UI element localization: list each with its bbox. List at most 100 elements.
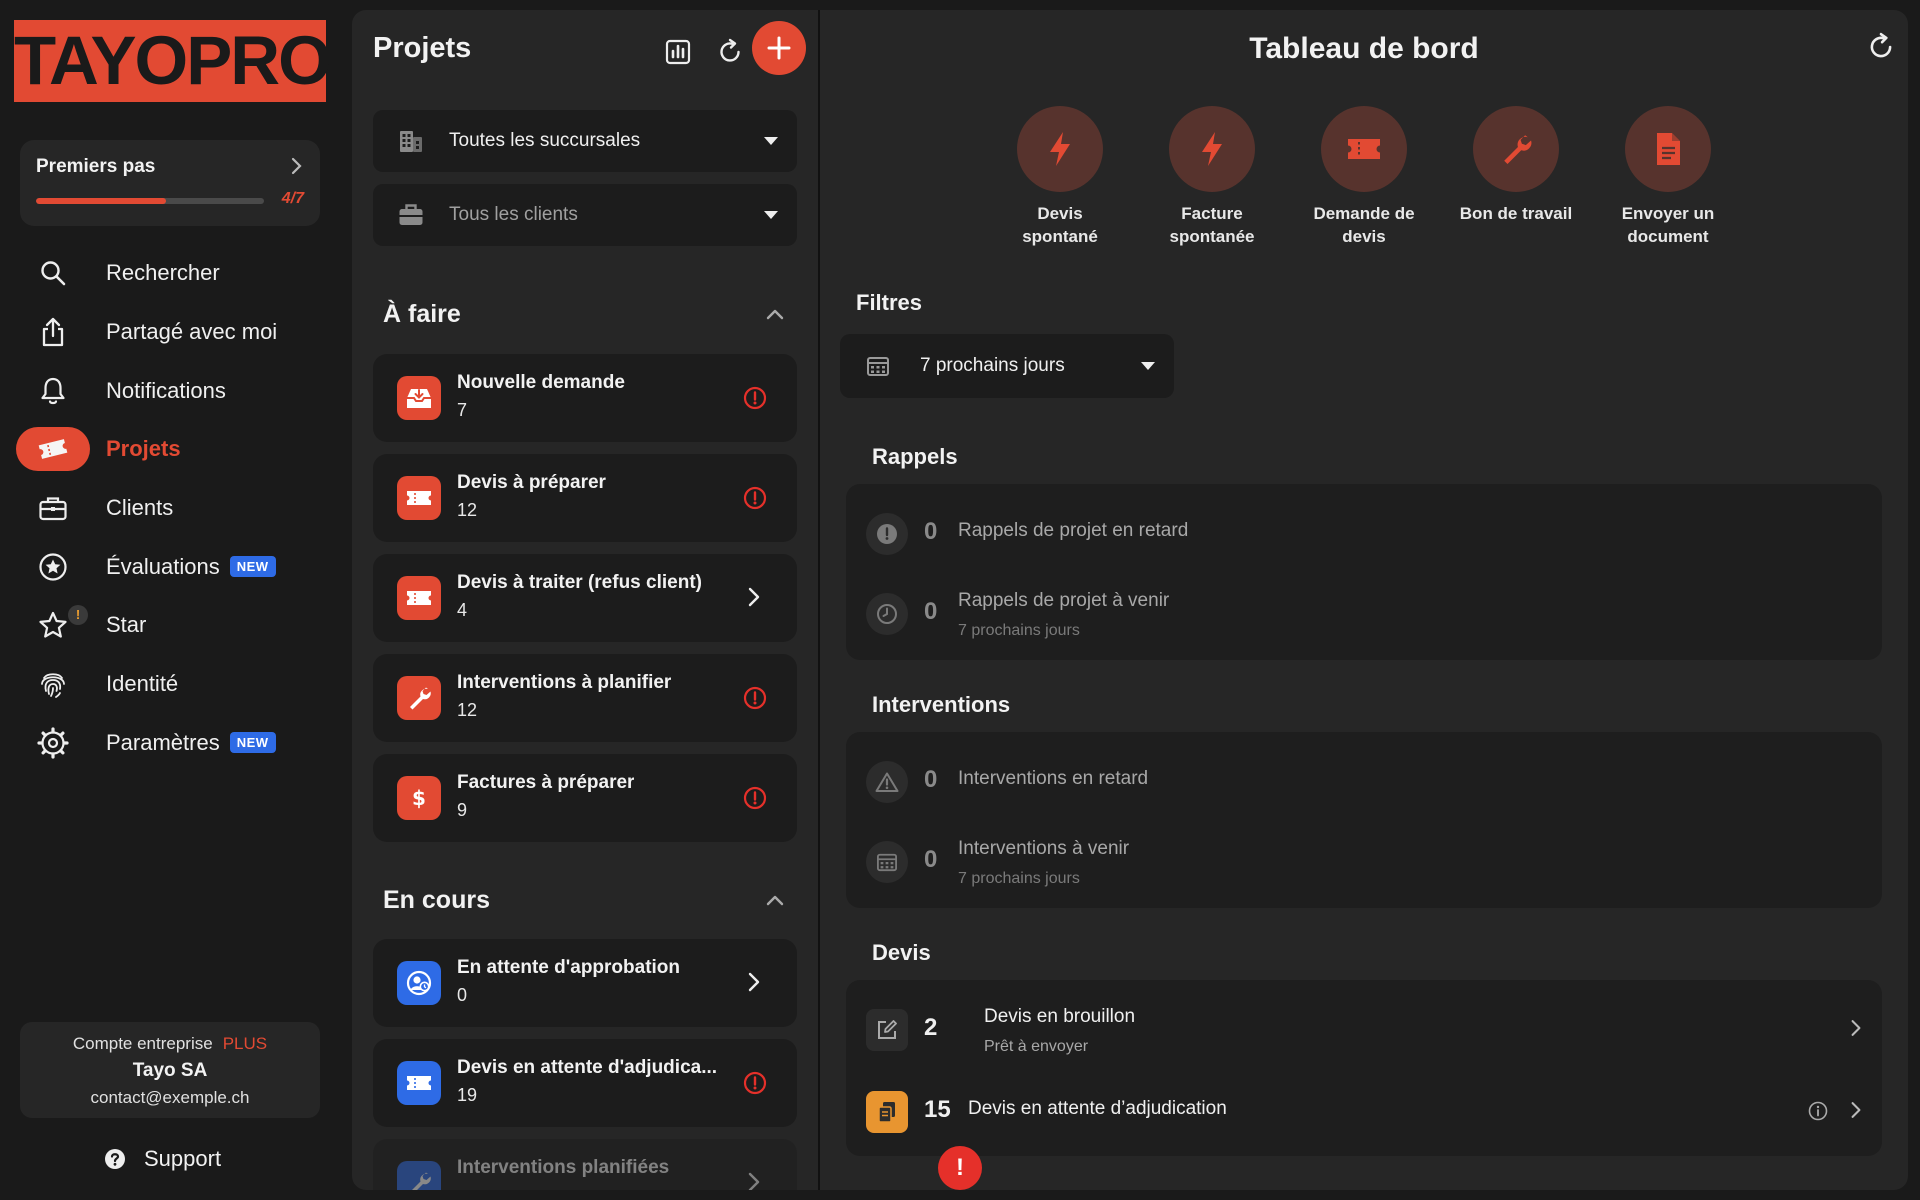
task-devis-a-traiter[interactable]: Devis à traiter (refus client) 4 xyxy=(373,554,797,642)
sidebar-item-star[interactable]: ! Star xyxy=(16,596,326,655)
tayopro-logo[interactable]: TAYOPRO xyxy=(14,20,332,102)
sidebar-item-identite[interactable]: Identité xyxy=(16,655,326,714)
sidebar-item-parametres[interactable]: Paramètres NEW xyxy=(16,714,326,773)
task-en-attente-approbation[interactable]: En attente d'approbation 0 xyxy=(373,939,797,1027)
ticket-icon xyxy=(397,1061,441,1105)
sidebar-item-clients[interactable]: Clients xyxy=(16,479,326,538)
chevron-up-icon xyxy=(766,309,784,320)
sidebar-item-evaluations[interactable]: Évaluations NEW xyxy=(16,537,326,596)
sidebar-item-label: Star xyxy=(106,612,147,638)
svg-text:$: $ xyxy=(412,786,426,810)
task-title: Devis à traiter (refus client) xyxy=(457,572,702,593)
caret-down-icon xyxy=(1141,362,1155,370)
star-circle-icon xyxy=(16,545,90,589)
filters-title: Filtres xyxy=(856,290,923,315)
sidebar-item-projets[interactable]: Projets xyxy=(16,420,326,479)
reminders-upcoming-label: Rappels de projet à venir xyxy=(958,590,1170,611)
dashboard-panel: Tableau de bord Devis spontané Facture s… xyxy=(820,10,1908,1190)
bell-icon xyxy=(16,369,90,413)
collapse-in-progress-button[interactable] xyxy=(766,894,784,906)
stats-button[interactable] xyxy=(658,32,698,72)
plan-badge: PLUS xyxy=(222,1034,268,1053)
sidebar-item-label: Partagé avec moi xyxy=(106,319,278,345)
interventions-upcoming-sub: 7 prochains jours xyxy=(958,870,1080,887)
quick-action-label: Envoyer un document xyxy=(1621,204,1715,246)
quotes-draft-row[interactable]: 2 Devis en brouillon Prêt à envoyer xyxy=(846,994,1882,1064)
task-title: Nouvelle demande xyxy=(457,372,625,393)
quick-action-label: Devis spontané xyxy=(1022,204,1098,246)
account-type: Compte entreprise xyxy=(72,1034,213,1053)
caret-down-icon xyxy=(764,211,778,219)
interventions-late-row[interactable]: 0 Interventions en retard xyxy=(846,746,1882,816)
period-select[interactable]: 7 prochains jours xyxy=(840,334,1174,398)
quick-action-label: Bon de travail xyxy=(1459,204,1573,223)
dashboard-refresh-button[interactable] xyxy=(1866,32,1896,62)
gear-icon xyxy=(16,721,90,765)
info-icon[interactable] xyxy=(1808,1101,1828,1121)
chevron-up-icon xyxy=(766,895,784,906)
quotes-pending-row[interactable]: 15 Devis en attente d’adjudication xyxy=(846,1076,1882,1146)
quick-action-bon-de-travail[interactable]: Bon de travail xyxy=(1441,106,1591,225)
quick-action-envoyer-document[interactable]: Envoyer un document xyxy=(1593,106,1743,248)
account-card[interactable]: Compte entreprise PLUS Tayo SA contact@ex… xyxy=(20,1022,320,1118)
alert-circle-icon xyxy=(743,486,767,510)
sidebar-item-label: Notifications xyxy=(106,377,226,403)
bolt-icon xyxy=(1017,106,1103,192)
interventions-upcoming-label: Interventions à venir xyxy=(958,838,1130,859)
ticket-icon xyxy=(397,476,441,520)
sidebar-item-label: Rechercher xyxy=(106,260,220,286)
getting-started-progress-bar xyxy=(36,198,264,204)
interventions-late-count: 0 xyxy=(924,766,938,793)
quick-action-demande-devis[interactable]: Demande de devis xyxy=(1289,106,1439,248)
task-interventions-a-planifier[interactable]: Interventions à planifier 12 xyxy=(373,654,797,742)
interventions-upcoming-row[interactable]: 0 Interventions à venir 7 prochains jour… xyxy=(846,826,1882,896)
task-nouvelle-demande[interactable]: Nouvelle demande 7 xyxy=(373,354,797,442)
task-count: 19 xyxy=(457,1085,478,1105)
sidebar-item-rechercher[interactable]: Rechercher xyxy=(16,244,326,303)
task-devis-attente-adjudication[interactable]: Devis en attente d'adjudica... 19 xyxy=(373,1039,797,1127)
sidebar-item-notifications[interactable]: Notifications xyxy=(16,361,326,420)
quick-action-label: Demande de devis xyxy=(1313,204,1415,246)
inbox-icon xyxy=(397,376,441,420)
dollar-icon: $ xyxy=(397,776,441,820)
getting-started-card[interactable]: Premiers pas 4/7 xyxy=(20,140,320,226)
ticket-icon xyxy=(397,576,441,620)
branch-select-value: Toutes les succursales xyxy=(449,130,641,151)
calendar-icon xyxy=(866,841,908,883)
quotes-pending-label: Devis en attente d’adjudication xyxy=(968,1098,1227,1119)
clock-icon xyxy=(866,593,908,635)
task-factures-a-preparer[interactable]: $ Factures à préparer 9 xyxy=(373,754,797,842)
alert-fab-button[interactable]: ! xyxy=(938,1146,982,1190)
add-project-button[interactable] xyxy=(752,21,806,75)
task-title: Factures à préparer xyxy=(457,772,635,793)
sidebar-item-label: Clients xyxy=(106,495,174,521)
task-interventions-planifiees[interactable]: Interventions planifiées xyxy=(373,1139,797,1190)
client-select[interactable]: Tous les clients xyxy=(373,184,797,246)
branch-select[interactable]: Toutes les succursales xyxy=(373,110,797,172)
quick-action-devis-spontane[interactable]: Devis spontané xyxy=(985,106,1135,248)
reminders-late-count: 0 xyxy=(924,518,938,545)
new-badge: NEW xyxy=(229,556,276,578)
chevron-right-icon xyxy=(290,156,304,176)
chevron-right-icon xyxy=(747,971,761,993)
briefcase-icon xyxy=(381,203,441,227)
quick-action-facture-spontanee[interactable]: Facture spontanée xyxy=(1137,106,1287,248)
sidebar-item-partage[interactable]: Partagé avec moi xyxy=(16,303,326,362)
reminders-late-row[interactable]: 0 Rappels de projet en retard xyxy=(846,498,1882,568)
support-link[interactable]: Support xyxy=(104,1146,221,1172)
help-icon xyxy=(105,1149,125,1169)
in-progress-section-title: En cours xyxy=(383,886,490,914)
star-icon: ! xyxy=(16,603,90,647)
quotes-draft-sub: Prêt à envoyer xyxy=(984,1038,1089,1055)
new-badge: NEW xyxy=(229,732,276,754)
task-devis-a-preparer[interactable]: Devis à préparer 12 xyxy=(373,454,797,542)
client-select-placeholder: Tous les clients xyxy=(449,204,578,225)
reminders-late-label: Rappels de projet en retard xyxy=(958,520,1189,541)
refresh-button[interactable] xyxy=(710,32,750,72)
chevron-right-icon xyxy=(1850,1100,1862,1120)
reminders-upcoming-row[interactable]: 0 Rappels de projet à venir 7 prochains … xyxy=(846,578,1882,648)
collapse-todo-button[interactable] xyxy=(766,308,784,320)
chevron-right-icon xyxy=(1850,1018,1862,1038)
interventions-late-label: Interventions en retard xyxy=(958,768,1149,789)
alert-fab-label: ! xyxy=(956,1154,964,1181)
